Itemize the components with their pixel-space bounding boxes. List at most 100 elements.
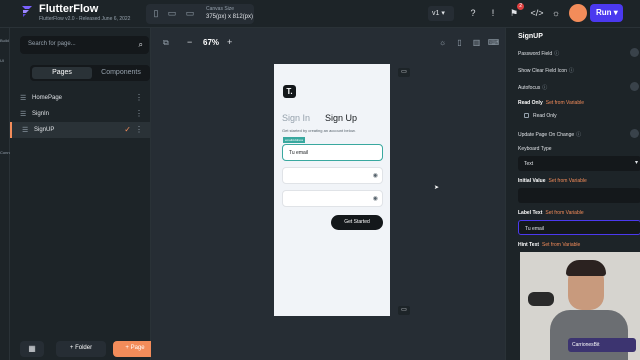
tablet-preview-icon[interactable]: ▥	[468, 38, 485, 47]
info-icon[interactable]: ⓘ	[576, 132, 581, 138]
keyboard-icon[interactable]: ⌨	[485, 38, 502, 47]
confirm-password-field[interactable]: ◉	[282, 190, 383, 207]
visibility-icon[interactable]: ◉	[373, 195, 378, 202]
prop-label: Password Field	[518, 51, 553, 57]
zoom-out-icon[interactable]: −	[187, 37, 192, 47]
prop-password-field: Password Field ⓘ	[518, 48, 640, 57]
tab-components[interactable]: Components	[94, 67, 148, 79]
page-label: SignIn	[32, 111, 50, 117]
panel-tabs: Pages Components	[30, 65, 150, 81]
tab-signup[interactable]: Sign Up	[325, 113, 357, 123]
canvas-size-label: Canvas Size	[206, 6, 235, 12]
canvas-area[interactable]: ⧉ − 67% + ☼ ▯ ▥ ⌨ ▭ ▭ T. Sign In Sign Up Ge…	[151, 28, 505, 360]
drag-handle-icon[interactable]: ☰	[20, 94, 26, 102]
app-name: FlutterFlow	[39, 3, 99, 15]
code-icon[interactable]: </>	[530, 6, 544, 20]
prop-label: Hint Text	[518, 242, 540, 248]
search-placeholder: Search for page...	[28, 41, 76, 47]
drag-handle-icon[interactable]: ☰	[22, 126, 28, 134]
autofocus-toggle[interactable]	[630, 82, 639, 91]
email-field-text: Tu email	[289, 150, 308, 156]
prop-label: Read Only	[518, 100, 543, 106]
pages-panel: Search for page... ⌕ Pages Components ☰ …	[10, 28, 157, 360]
get-started-button[interactable]: Get Started	[331, 215, 383, 230]
add-folder-button[interactable]: + Folder	[56, 341, 106, 357]
info-icon[interactable]: ⓘ	[554, 51, 559, 57]
info-icon[interactable]: ⓘ	[569, 68, 574, 74]
prop-read-only: Read Only Set from Variable	[518, 100, 640, 106]
page-item-signup[interactable]: ☰ SignUP ✓ ⋮	[10, 122, 150, 138]
drag-handle-icon[interactable]: ☰	[20, 110, 26, 118]
widget-title: SignUP	[518, 33, 543, 40]
prop-label: Keyboard Type	[518, 146, 552, 152]
more-options-icon[interactable]: ⋮	[135, 109, 143, 118]
notifications-icon[interactable]: ⚑ 2	[507, 3, 524, 20]
toggle-top-icon[interactable]: ▭	[398, 68, 410, 77]
help-icon[interactable]: ?	[466, 6, 480, 20]
page-label: HomePage	[32, 95, 63, 101]
rail-label-ui[interactable]: UI	[0, 58, 10, 63]
prop-keyboard-type: Keyboard Type	[518, 146, 640, 152]
set-from-variable-link[interactable]: Set from Variable	[545, 210, 583, 216]
microphone	[528, 292, 554, 306]
initial-value-input[interactable]	[518, 188, 640, 203]
light-mode-icon[interactable]: ☼	[434, 38, 451, 47]
presenter-body	[550, 310, 628, 360]
prop-label: Update Page On Change	[518, 132, 575, 138]
visibility-icon[interactable]: ◉	[373, 172, 378, 179]
presenter-hair	[566, 260, 606, 276]
settings-icon[interactable]: ☼	[549, 6, 563, 20]
prop-label: Initial Value	[518, 178, 546, 184]
prop-initial-value: Initial Value Set from Variable	[518, 178, 640, 184]
channel-logo: CarrionesBit	[568, 338, 636, 352]
prop-label: Label Text	[518, 210, 543, 216]
search-icon[interactable]: ⌕	[139, 40, 143, 50]
checkbox-icon[interactable]	[524, 113, 529, 119]
info-icon[interactable]: ⓘ	[542, 85, 547, 91]
prop-label-text: Label Text Set from Variable	[518, 210, 640, 216]
set-from-variable-link[interactable]: Set from Variable	[549, 178, 587, 184]
phone-device-icon[interactable]: ▯	[150, 8, 162, 20]
set-from-variable-link[interactable]: Set from Variable	[546, 100, 584, 106]
alert-icon[interactable]: !	[486, 6, 500, 20]
chevron-down-icon: ▾	[634, 160, 638, 166]
rail-label-build[interactable]: Build	[0, 38, 10, 43]
canvas-tools: ☼ ▯ ▥ ⌨	[434, 38, 502, 47]
run-button[interactable]: Run ▾	[590, 4, 623, 22]
page-item-homepage[interactable]: ☰ HomePage ⋮	[10, 90, 150, 106]
label-text-value: Tu email	[525, 226, 544, 232]
password-toggle[interactable]	[630, 48, 639, 57]
check-icon: ✓	[124, 125, 131, 134]
left-rail: Build UI Connect	[0, 28, 10, 360]
update-page-toggle[interactable]	[630, 129, 639, 138]
canvas-size-value: 375(px) x 812(px)	[206, 14, 254, 20]
more-options-icon[interactable]: ⋮	[135, 125, 143, 134]
tab-signin[interactable]: Sign In	[282, 113, 310, 123]
desktop-device-icon[interactable]: ▭	[184, 8, 196, 20]
prop-hint-text: Hint Text Set from Variable	[518, 242, 640, 248]
tablet-device-icon[interactable]: ▭	[166, 8, 178, 20]
flutterflow-logo-icon	[20, 4, 34, 18]
keyboard-type-select[interactable]: Text ▾	[518, 156, 640, 171]
password-field[interactable]: ◉	[282, 167, 383, 184]
set-from-variable-link[interactable]: Set from Variable	[542, 242, 580, 248]
phone-preview: T. Sign In Sign Up Get started by creati…	[274, 64, 390, 316]
checkbox-label: Read Only	[533, 113, 557, 119]
version-select[interactable]: v1 ▾	[428, 6, 454, 21]
webcam-overlay: CarrionesBit	[520, 252, 640, 360]
rail-label-connect[interactable]: Connect	[0, 150, 10, 155]
avatar[interactable]	[569, 4, 587, 22]
search-input[interactable]: Search for page... ⌕	[20, 36, 149, 54]
page-item-signin[interactable]: ☰ SignIn ⋮	[10, 106, 150, 122]
zoom-in-icon[interactable]: +	[227, 37, 232, 47]
read-only-checkbox[interactable]: Read Only	[524, 113, 640, 119]
toggle-bottom-icon[interactable]: ▭	[398, 306, 410, 315]
layers-icon[interactable]: ⧉	[163, 38, 169, 48]
phone-preview-icon[interactable]: ▯	[451, 38, 468, 47]
tab-pages[interactable]: Pages	[32, 67, 92, 79]
label-text-input[interactable]: Tu email	[518, 220, 640, 235]
grid-view-icon[interactable]: ▦	[20, 341, 44, 357]
email-field[interactable]: emailAddress Tu email	[282, 137, 383, 161]
run-label: Run	[596, 8, 612, 17]
more-options-icon[interactable]: ⋮	[135, 93, 143, 102]
